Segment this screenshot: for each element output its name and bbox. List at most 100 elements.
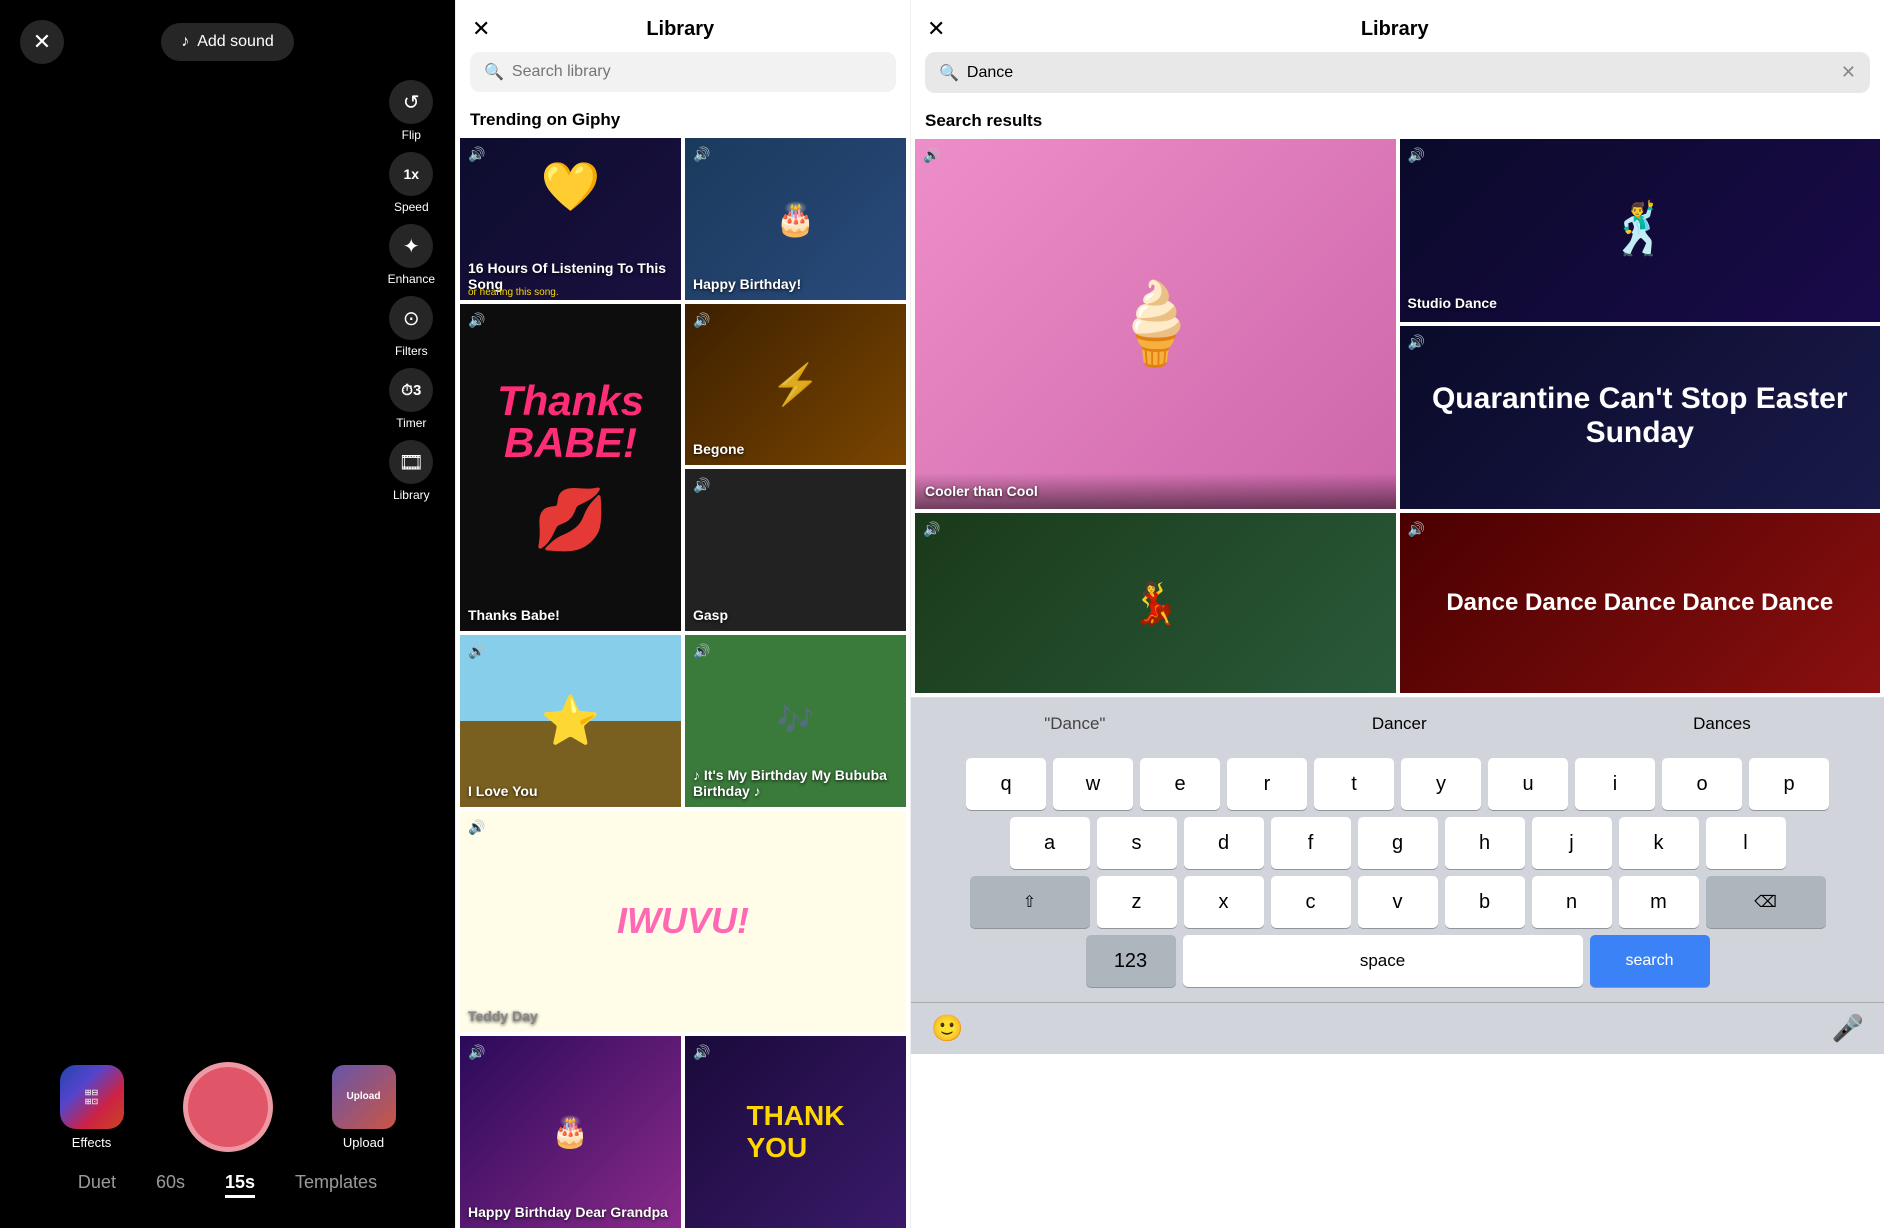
close-button[interactable]: ✕ xyxy=(20,20,64,64)
add-sound-button[interactable]: ♪ Add sound xyxy=(161,23,294,61)
key-search[interactable]: search xyxy=(1590,935,1710,987)
sound-icon: 🔊 xyxy=(468,1044,485,1061)
key-v[interactable]: v xyxy=(1358,876,1438,928)
key-k[interactable]: k xyxy=(1619,817,1699,869)
key-o[interactable]: o xyxy=(1662,758,1742,810)
gif-thankyou[interactable]: 🔊 THANKYOU xyxy=(685,1036,906,1228)
key-z[interactable]: z xyxy=(1097,876,1177,928)
right-close-button[interactable]: ✕ xyxy=(927,16,945,42)
emoji-bar: 🙂 🎤 xyxy=(911,1002,1884,1054)
keyboard-row-4: 123 space search xyxy=(915,935,1880,987)
sound-icon: 🔊 xyxy=(1408,147,1425,164)
timer-label: Timer xyxy=(396,416,426,430)
gif-thanks-babe[interactable]: 🔊 ThanksBABE! 💋 Thanks Babe! xyxy=(460,304,681,631)
left-bottom: ⊞⊟⊞⊡ Effects Upload Upload Duet 60s 15s … xyxy=(0,1042,455,1228)
key-n[interactable]: n xyxy=(1532,876,1612,928)
sound-icon: 🔊 xyxy=(693,312,710,329)
gif-grandpa-label: Happy Birthday Dear Grandpa xyxy=(468,1204,668,1220)
upload-label: Upload xyxy=(343,1135,384,1150)
key-numbers[interactable]: 123 xyxy=(1086,935,1176,987)
middle-close-button[interactable]: ✕ xyxy=(472,16,490,42)
tab-15s[interactable]: 15s xyxy=(225,1172,255,1198)
middle-search-bar[interactable]: 🔍 xyxy=(470,52,896,92)
gif-gasp[interactable]: 🔊 Gasp xyxy=(685,469,906,631)
sound-icon: 🔊 xyxy=(693,643,710,660)
key-w[interactable]: w xyxy=(1053,758,1133,810)
gif-teddy[interactable]: 🔊 IWUVU! Teddy Day xyxy=(460,811,906,1033)
key-f[interactable]: f xyxy=(1271,817,1351,869)
gif-16hours[interactable]: 🔊 💛 16 Hours Of Listening To This Song o… xyxy=(460,138,681,300)
tab-60s[interactable]: 60s xyxy=(156,1172,185,1198)
key-h[interactable]: h xyxy=(1445,817,1525,869)
key-a[interactable]: a xyxy=(1010,817,1090,869)
right-library-panel: ✕ Library 🔍 ✕ Search results 🔊 🍦 Cooler … xyxy=(910,0,1884,1228)
search-icon: 🔍 xyxy=(939,63,959,83)
gif-grandpa[interactable]: 🔊 🎂 Happy Birthday Dear Grandpa xyxy=(460,1036,681,1228)
key-shift[interactable]: ⇧ xyxy=(970,876,1090,928)
gif-cooler-label: Cooler than Cool xyxy=(925,483,1386,499)
gif-studio-dance[interactable]: 🔊 🕺 Studio Dance xyxy=(1400,139,1881,322)
timer-icon: ⏱3 xyxy=(389,368,433,412)
key-g[interactable]: g xyxy=(1358,817,1438,869)
gif-quarantine[interactable]: 🔊 Quarantine Can't Stop Easter Sunday xyxy=(1400,326,1881,509)
key-u[interactable]: u xyxy=(1488,758,1568,810)
clear-search-icon[interactable]: ✕ xyxy=(1841,62,1856,83)
suggestion-dance-quoted[interactable]: "Dance" xyxy=(1028,710,1121,738)
key-c[interactable]: c xyxy=(1271,876,1351,928)
gif-begone[interactable]: 🔊 ⚡ Begone xyxy=(685,304,906,466)
gif-cooler[interactable]: 🔊 🍦 Cooler than Cool xyxy=(915,139,1396,509)
music-icon: ♪ xyxy=(181,33,189,51)
key-m[interactable]: m xyxy=(1619,876,1699,928)
middle-gif-grid: 🔊 💛 16 Hours Of Listening To This Song o… xyxy=(456,138,910,1228)
suggestion-dances[interactable]: Dances xyxy=(1677,710,1767,738)
sound-icon: 🔊 xyxy=(923,147,940,164)
gif-begone-label: Begone xyxy=(693,441,744,457)
sound-icon: 🔊 xyxy=(923,521,940,538)
key-y[interactable]: y xyxy=(1401,758,1481,810)
gif-kids-dance[interactable]: 🔊 💃 xyxy=(915,513,1396,693)
sound-icon: 🔊 xyxy=(468,146,485,163)
key-p[interactable]: p xyxy=(1749,758,1829,810)
key-s[interactable]: s xyxy=(1097,817,1177,869)
tab-duet[interactable]: Duet xyxy=(78,1172,116,1198)
search-icon: 🔍 xyxy=(484,62,504,82)
speed-icon: 1x xyxy=(389,152,433,196)
gif-dance-dance[interactable]: 🔊 Dance Dance Dance Dance Dance xyxy=(1400,513,1881,693)
key-b[interactable]: b xyxy=(1445,876,1525,928)
middle-search-input[interactable] xyxy=(512,63,882,81)
key-backspace[interactable]: ⌫ xyxy=(1706,876,1826,928)
tool-filters[interactable]: ⊙ Filters xyxy=(389,296,433,358)
tool-speed[interactable]: 1x Speed xyxy=(389,152,433,214)
key-i[interactable]: i xyxy=(1575,758,1655,810)
right-search-input[interactable] xyxy=(967,64,1833,82)
key-space[interactable]: space xyxy=(1183,935,1583,987)
tool-enhance[interactable]: ✦ Enhance xyxy=(388,224,435,286)
record-button[interactable] xyxy=(183,1062,273,1152)
effects-item[interactable]: ⊞⊟⊞⊡ Effects xyxy=(60,1065,124,1150)
key-t[interactable]: t xyxy=(1314,758,1394,810)
upload-item[interactable]: Upload Upload xyxy=(332,1065,396,1150)
gif-birthday[interactable]: 🔊 🎂 Happy Birthday! xyxy=(685,138,906,300)
sound-icon: 🔊 xyxy=(1408,334,1425,351)
right-search-bar[interactable]: 🔍 ✕ xyxy=(925,52,1870,93)
emoji-button[interactable]: 🙂 xyxy=(931,1013,963,1044)
gif-southpark[interactable]: 🔊 🎶 ♪ It's My Birthday My Bububa Birthda… xyxy=(685,635,906,807)
tool-timer[interactable]: ⏱3 Timer xyxy=(389,368,433,430)
key-r[interactable]: r xyxy=(1227,758,1307,810)
bottom-tabs: Duet 60s 15s Templates xyxy=(0,1172,455,1228)
tab-templates[interactable]: Templates xyxy=(295,1172,377,1198)
key-e[interactable]: e xyxy=(1140,758,1220,810)
key-j[interactable]: j xyxy=(1532,817,1612,869)
mic-button[interactable]: 🎤 xyxy=(1832,1013,1864,1044)
sound-icon: 🔊 xyxy=(1408,521,1425,538)
sound-icon: 🔊 xyxy=(693,477,710,494)
key-q[interactable]: q xyxy=(966,758,1046,810)
left-panel: ✕ ♪ Add sound ↺ Flip 1x Speed ✦ Enhance … xyxy=(0,0,455,1228)
tool-flip[interactable]: ↺ Flip xyxy=(389,80,433,142)
tool-library[interactable]: 🎞 Library xyxy=(389,440,433,502)
gif-patrick[interactable]: 🔊 ⭐ I Love You xyxy=(460,635,681,807)
key-l[interactable]: l xyxy=(1706,817,1786,869)
key-x[interactable]: x xyxy=(1184,876,1264,928)
suggestion-dancer[interactable]: Dancer xyxy=(1356,710,1443,738)
key-d[interactable]: d xyxy=(1184,817,1264,869)
